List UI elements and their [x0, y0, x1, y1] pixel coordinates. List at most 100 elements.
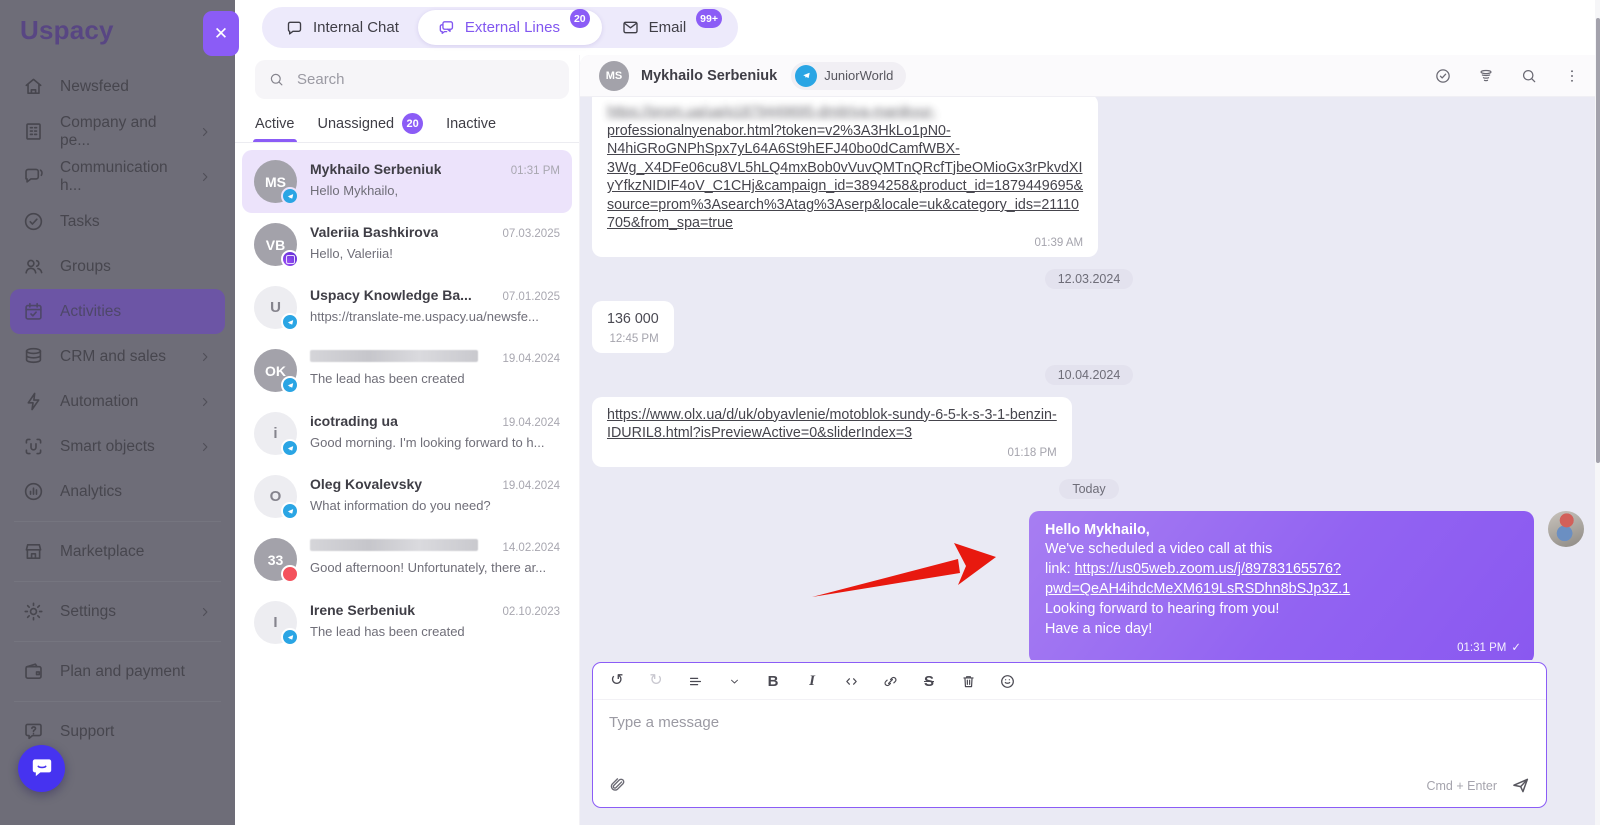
page-scrollbar[interactable]: [1595, 0, 1600, 825]
send-button[interactable]: [1510, 775, 1531, 796]
date-separator: 10.04.2024: [592, 364, 1586, 385]
kebab-icon[interactable]: [1563, 67, 1581, 85]
message-link[interactable]: professionalnyenabor.html?token=v2%3A3Hk…: [607, 123, 951, 139]
sidebar-item-newsfeed[interactable]: Newsfeed: [10, 64, 225, 109]
message-link[interactable]: source=prom%3Asearch%3Atag%3Aserp&locale…: [607, 197, 1079, 213]
sidebar-divider: [14, 701, 221, 702]
sidebar-item-tasks[interactable]: Tasks: [10, 199, 225, 244]
sidebar-item-automation[interactable]: Automation: [10, 379, 225, 424]
filter-tab-inactive[interactable]: Inactive: [446, 105, 496, 142]
conversation-item[interactable]: OK 19.04.2024 The lead has been created: [242, 339, 572, 402]
message-input[interactable]: Type a message: [593, 700, 1546, 775]
sidebar-item-label: Support: [60, 722, 115, 740]
telegram-badge: [281, 313, 299, 331]
message-link[interactable]: https://us05web.zoom.us/j/89783165576?: [1075, 561, 1341, 577]
conversation-item-oleg-kovalevsky[interactable]: O Oleg Kovalevsky 19.04.2024 What informati…: [242, 465, 572, 528]
filter-tab-active[interactable]: Active: [253, 105, 296, 142]
bold-icon[interactable]: B: [764, 672, 782, 690]
gear-icon[interactable]: [1405, 778, 1420, 793]
code-icon[interactable]: [842, 672, 860, 690]
chat-double-icon: [437, 18, 456, 37]
chevron-down-icon[interactable]: [725, 672, 743, 690]
search-input[interactable]: [295, 70, 556, 89]
instagram-badge: [281, 250, 299, 268]
sidebar-close-button[interactable]: ✕: [203, 11, 239, 56]
sidebar-item-groups[interactable]: Groups: [10, 244, 225, 289]
link-icon[interactable]: [881, 672, 899, 690]
sidebar-item-smart-objects[interactable]: Smart objects: [10, 424, 225, 469]
paperclip-icon[interactable]: [608, 776, 627, 795]
conversation-item-mykhailo-serbeniuk[interactable]: MS Mykhailo Serbeniuk 01:31 PM Hello Mykhai…: [242, 150, 572, 213]
incoming-message-bubble: https://www.olx.ua/d/uk/obyavlenie/motob…: [592, 396, 1072, 467]
send-icon: [1510, 775, 1531, 796]
telegram-badge: [281, 502, 299, 520]
filter-tab-unassigned[interactable]: Unassigned 20: [318, 105, 424, 142]
chevron-right-icon: [197, 349, 213, 365]
message-time: 01:39 AM: [1034, 237, 1084, 250]
strikethrough-icon[interactable]: S: [920, 672, 938, 690]
sidebar-item-communication-h[interactable]: Communication h...: [10, 154, 225, 199]
tab-external-lines[interactable]: External Lines 20: [417, 9, 602, 45]
undo-icon[interactable]: ↺: [608, 672, 626, 690]
search-box[interactable]: [255, 60, 569, 99]
outgoing-message-row: Hello Mykhailo, We've scheduled a video c…: [592, 510, 1584, 660]
check-circle-icon[interactable]: [1434, 67, 1452, 85]
sidebar-item-settings[interactable]: Settings: [10, 589, 225, 634]
avatar: VB: [254, 223, 299, 268]
italic-icon[interactable]: I: [803, 672, 821, 690]
people-icon: [22, 255, 45, 278]
sidebar-item-label: Activities: [60, 302, 122, 320]
date-separator: 12.03.2024: [592, 268, 1586, 289]
sidebar-item-label: Company and pe...: [60, 113, 157, 149]
sidebar-item-plan-and-payment[interactable]: Plan and payment: [10, 649, 225, 694]
scrollbar-thumb[interactable]: [1595, 18, 1600, 463]
conversation-time: 02.10.2023: [502, 606, 560, 618]
message-link[interactable]: 705&from_spa=true: [607, 215, 733, 231]
conversation-item-icotrading-ua[interactable]: i icotrading ua 19.04.2024 Good morning. I'…: [242, 402, 572, 465]
conversation-item-valeriia-bashkirova[interactable]: VB Valeriia Bashkirova 07.03.2025 Hello, Va…: [242, 213, 572, 276]
conversation-list-panel: Active Unassigned 20 Inactive MS Mykhailo Se…: [235, 55, 580, 825]
sidebar-item-marketplace[interactable]: Marketplace: [10, 529, 225, 574]
conversation-item-irene-serbeniuk[interactable]: I Irene Serbeniuk 02.10.2023 The lead has b…: [242, 591, 572, 654]
store-icon: [22, 540, 45, 563]
sidebar-item-analytics[interactable]: Analytics: [10, 469, 225, 514]
sidebar-item-activities[interactable]: Activities: [10, 289, 225, 334]
chat-phone-icon: [22, 165, 45, 188]
messages-scroll[interactable]: https://prom.ua/ua/p1879449695-dmitriya-…: [592, 97, 1586, 660]
tab-email[interactable]: Email 99+: [602, 9, 734, 45]
support-chat-fab[interactable]: [18, 745, 65, 792]
message-line: N4hiGRoGNPhSpx7yL64A6St9hEFJ40bo0dCamfWB…: [607, 140, 1083, 159]
conversation-item[interactable]: 33 14.02.2024 Good afternoon! Unfortunatel…: [242, 528, 572, 591]
conversation-name: Uspacy Knowledge Ba...: [310, 287, 472, 303]
search-icon: [268, 71, 285, 88]
message-link[interactable]: 3Wg_X4DFe06cu8VL5hLQ4mxBob0vVuvQMTnQRcfT…: [607, 160, 1082, 176]
sidebar-item-crm-and-sales[interactable]: CRM and sales: [10, 334, 225, 379]
channel-tabbar: Internal Chat External Lines 20 Email 99+: [262, 7, 738, 48]
message-link[interactable]: IDURIL8.html?isPreviewActive=0&sliderInd…: [607, 425, 912, 441]
sidebar-item-label: Marketplace: [60, 542, 145, 560]
message-line: Have a nice day!: [1045, 620, 1153, 637]
conversation-item-uspacy-knowledge-ba[interactable]: U Uspacy Knowledge Ba... 07.01.2025 https:/…: [242, 276, 572, 339]
message-link[interactable]: N4hiGRoGNPhSpx7yL64A6St9hEFJ40bo0dCamfWB…: [607, 141, 960, 157]
message-link[interactable]: https://prom.ua/ua/p1879449695-dmitriya-…: [607, 104, 936, 120]
content: Active Unassigned 20 Inactive MS Mykhailo Se…: [235, 55, 1600, 825]
align-icon[interactable]: [686, 672, 704, 690]
uspacy-logo: Uspacy: [20, 15, 114, 45]
redo-icon[interactable]: ↻: [647, 672, 665, 690]
conversation-filter-tabs: Active Unassigned 20 Inactive: [235, 105, 579, 143]
message-time: 01:31 PM ✓: [1457, 641, 1521, 657]
funnel-icon[interactable]: [1477, 67, 1495, 85]
message-link[interactable]: https://www.olx.ua/d/uk/obyavlenie/motob…: [607, 407, 1057, 423]
sidebar-item-label: Groups: [60, 257, 111, 275]
conversation-name: Oleg Kovalevsky: [310, 476, 423, 492]
search-icon[interactable]: [1520, 67, 1538, 85]
avatar: MS: [599, 60, 629, 91]
emoji-icon[interactable]: [998, 672, 1016, 690]
tab-internal-chat[interactable]: Internal Chat: [266, 10, 418, 45]
message-link[interactable]: pwd=QeAH4ihdcMeXM619LsRSDhn8bSJp3Z.1: [1045, 581, 1350, 597]
chevron-right-icon: [197, 124, 213, 140]
sidebar-item-company-and-pe[interactable]: Company and pe...: [10, 109, 225, 154]
message-link[interactable]: yYfkzNIDIF4oV_C1CHj&campaign_id=3894258&…: [607, 178, 1083, 194]
trash-icon[interactable]: [959, 672, 977, 690]
avatar: I: [254, 601, 299, 646]
